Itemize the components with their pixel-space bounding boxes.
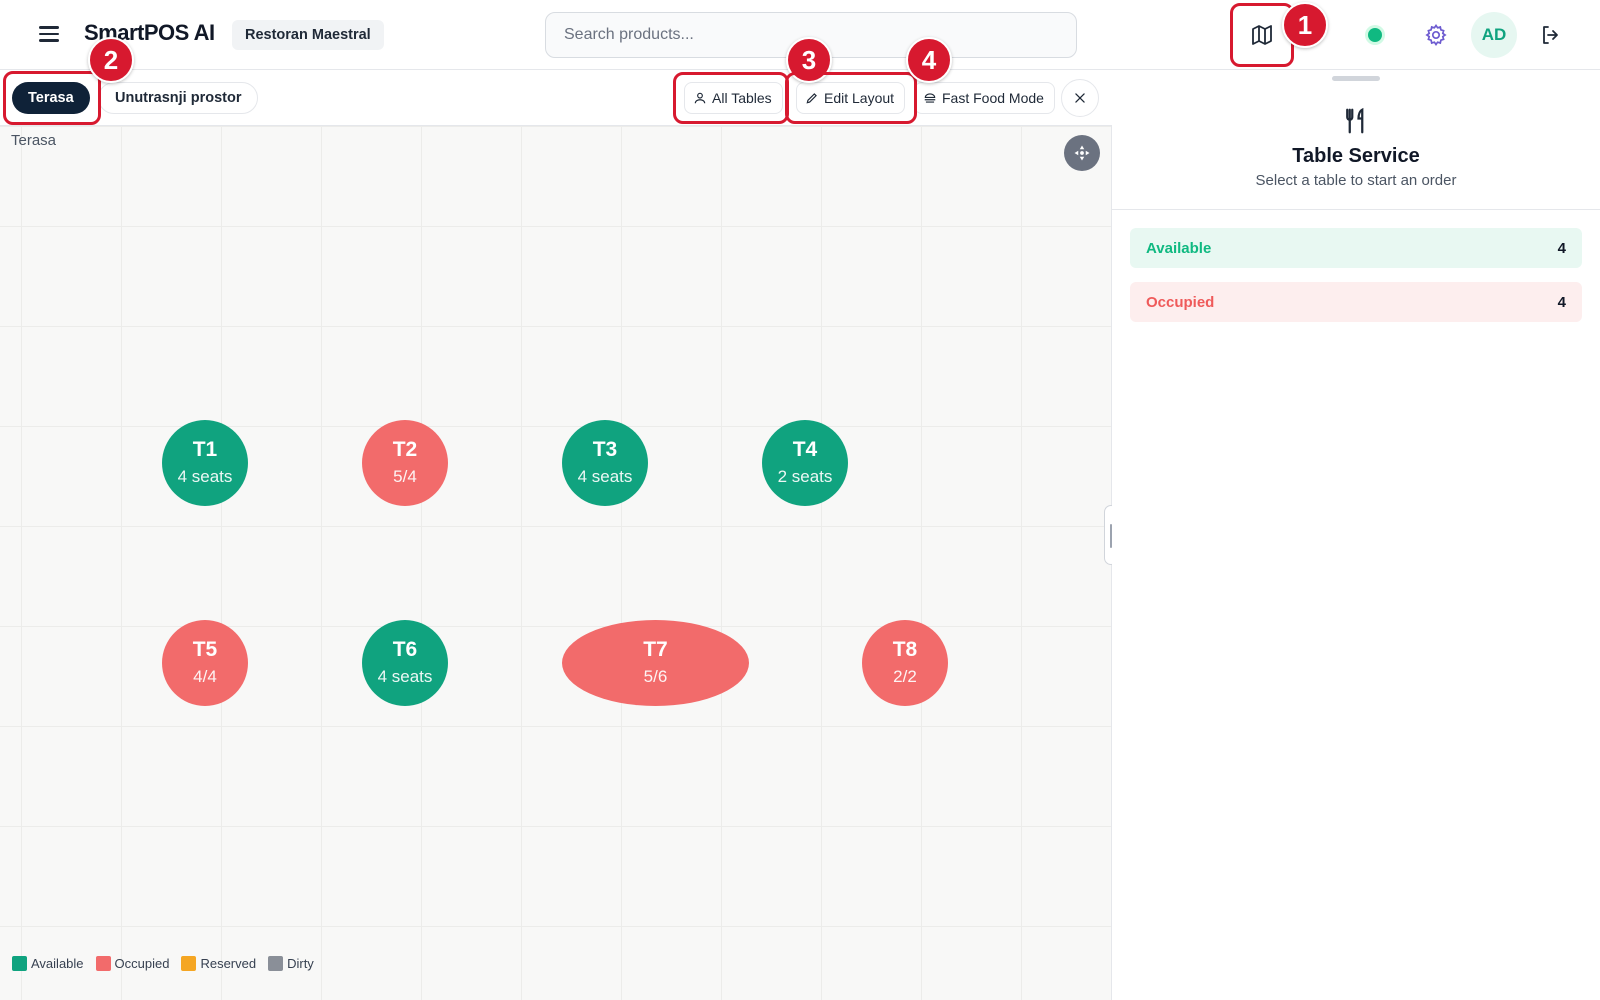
- map-icon[interactable]: [1244, 17, 1280, 53]
- fast-food-mode-button[interactable]: Fast Food Mode: [914, 82, 1055, 114]
- stat-label: Available: [1146, 239, 1212, 257]
- table-seats: 2 seats: [777, 467, 833, 486]
- table-name: T6: [392, 638, 418, 661]
- floor-canvas[interactable]: Terasa T1 4 seats T2 5/4 T3 4 seats T4 2…: [0, 126, 1111, 1000]
- legend-label: Reserved: [200, 956, 257, 971]
- area-label: Terasa: [11, 132, 57, 149]
- avatar[interactable]: AD: [1471, 12, 1517, 58]
- burger-icon: [924, 93, 936, 103]
- legend-label: Available: [31, 956, 84, 971]
- table-t7[interactable]: T7 5/6: [562, 620, 749, 706]
- table-t3[interactable]: T3 4 seats: [562, 420, 648, 506]
- online-status-dot: [1368, 28, 1382, 42]
- table-t4[interactable]: T4 2 seats: [762, 420, 848, 506]
- fork-knife-icon: [1341, 106, 1371, 141]
- user-icon: [694, 92, 706, 104]
- table-seats: 5/4: [393, 467, 417, 486]
- table-seats: 4 seats: [577, 467, 633, 486]
- floor-plan-panel: Terasa Unutrasnji prostor All Tables Edi…: [0, 70, 1118, 1000]
- legend-swatch: [268, 956, 284, 971]
- stat-label: Occupied: [1146, 293, 1215, 311]
- table-seats: 4 seats: [377, 667, 433, 686]
- marker-badge-1: 1: [1282, 2, 1328, 48]
- marker-badge-2: 2: [88, 37, 134, 83]
- table-name: T2: [392, 438, 418, 461]
- legend-swatch: [181, 956, 197, 971]
- hamburger-menu-icon[interactable]: [34, 22, 64, 48]
- edit-layout-label: Edit Layout: [824, 90, 895, 106]
- crosshair-icon: [1074, 145, 1090, 161]
- legend-occupied: Occupied: [95, 956, 170, 971]
- all-tables-button[interactable]: All Tables: [684, 82, 783, 114]
- table-t5[interactable]: T5 4/4: [162, 620, 248, 706]
- stat-count: 4: [1557, 293, 1566, 311]
- restaurant-badge[interactable]: Restoran Maestral: [232, 20, 384, 50]
- legend-dirty: Dirty: [268, 956, 314, 971]
- stat-occupied[interactable]: Occupied 4: [1130, 282, 1582, 322]
- table-seats: 4 seats: [177, 467, 233, 486]
- table-seats: 2/2: [893, 667, 917, 686]
- table-name: T3: [592, 438, 618, 461]
- table-t6[interactable]: T6 4 seats: [362, 620, 448, 706]
- table-t8[interactable]: T8 2/2: [862, 620, 948, 706]
- legend-swatch: [95, 956, 111, 971]
- table-name: T7: [643, 638, 668, 661]
- stat-count: 4: [1557, 239, 1566, 257]
- edit-layout-button[interactable]: Edit Layout: [796, 82, 906, 114]
- panel-subtitle: Select a table to start an order: [1255, 172, 1457, 189]
- close-button[interactable]: [1061, 79, 1099, 117]
- close-icon: [1075, 93, 1085, 103]
- table-name: T8: [892, 638, 918, 661]
- drag-handle[interactable]: [1332, 76, 1380, 81]
- marker-badge-3: 3: [786, 37, 832, 83]
- table-t1[interactable]: T1 4 seats: [162, 420, 248, 506]
- tab-unutrasnji-prostor[interactable]: Unutrasnji prostor: [98, 82, 259, 114]
- table-seats: 4/4: [193, 667, 217, 686]
- legend-label: Occupied: [114, 956, 170, 971]
- table-name: T4: [792, 438, 818, 461]
- legend-available: Available: [12, 956, 84, 971]
- legend-reserved: Reserved: [181, 956, 256, 971]
- logout-icon[interactable]: [1533, 17, 1569, 53]
- legend-label: Dirty: [287, 956, 314, 971]
- table-seats: 5/6: [643, 667, 668, 686]
- floor-toolbar: Terasa Unutrasnji prostor All Tables Edi…: [0, 70, 1112, 126]
- divider: [1112, 209, 1600, 210]
- table-name: T1: [192, 438, 218, 461]
- recenter-button[interactable]: [1064, 135, 1100, 171]
- panel-title: Table Service: [1292, 145, 1420, 167]
- marker-badge-4: 4: [906, 37, 952, 83]
- stat-available[interactable]: Available 4: [1130, 228, 1582, 268]
- fast-food-mode-label: Fast Food Mode: [942, 90, 1044, 106]
- legend-swatch: [12, 956, 27, 971]
- all-tables-label: All Tables: [712, 90, 772, 106]
- table-t2[interactable]: T2 5/4: [362, 420, 448, 506]
- table-service-panel: Table Service Select a table to start an…: [1112, 70, 1600, 1000]
- status-legend: Available Occupied Reserved Dirty: [12, 956, 314, 971]
- table-name: T5: [192, 638, 218, 661]
- gear-icon[interactable]: [1418, 17, 1454, 53]
- pencil-icon: [806, 93, 817, 104]
- tab-terasa[interactable]: Terasa: [12, 82, 90, 114]
